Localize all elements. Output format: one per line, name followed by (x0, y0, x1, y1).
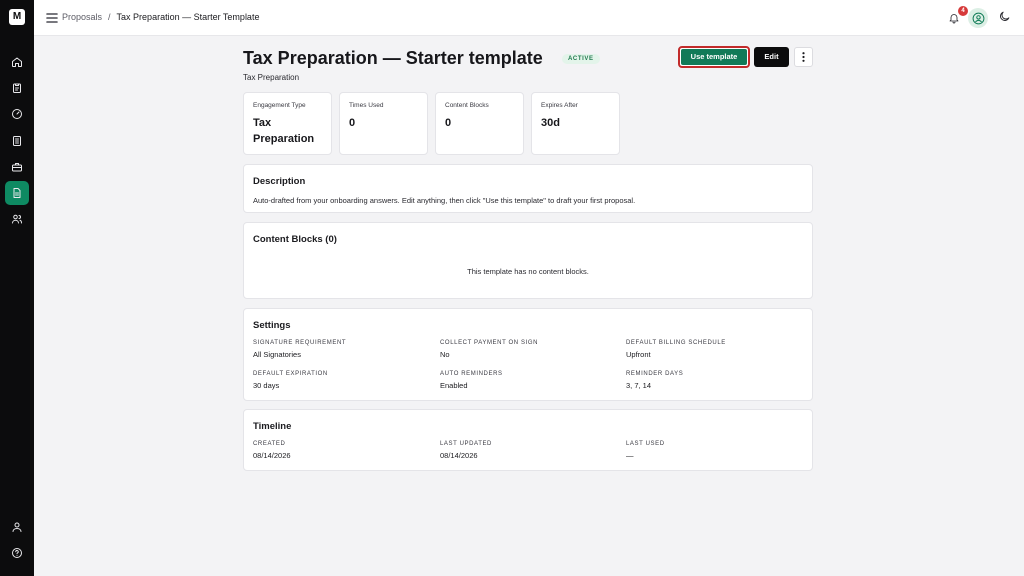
clipboard-icon[interactable] (5, 76, 29, 100)
stat-value: 0 (349, 117, 356, 129)
setting-billing-schedule: Default Billing Schedule Upfront (626, 340, 726, 359)
stat-card-expires-after: Expires After 30d (531, 92, 620, 155)
setting-value: 3, 7, 14 (626, 381, 652, 390)
settings-card: Settings Signature Requirement All Signa… (243, 308, 813, 401)
stat-card-engagement-type: Engagement Type Tax Preparation (243, 92, 332, 155)
timeline-value: 08/14/2026 (440, 451, 478, 460)
help-icon[interactable] (5, 541, 29, 565)
setting-value: No (440, 350, 450, 359)
setting-label: Auto Reminders (440, 371, 503, 377)
list-document-icon[interactable] (5, 129, 29, 153)
timeline-label: Created (253, 441, 286, 447)
stat-label: Content Blocks (445, 102, 489, 109)
description-heading: Description (253, 176, 306, 187)
stat-label: Times Used (349, 102, 384, 109)
setting-auto-reminders: Auto Reminders Enabled (440, 371, 503, 390)
setting-reminder-days: Reminder Days 3, 7, 14 (626, 371, 683, 390)
setting-label: Default Expiration (253, 371, 328, 377)
stat-label: Engagement Type (253, 102, 306, 109)
stat-card-content-blocks: Content Blocks 0 (435, 92, 524, 155)
stat-value: Tax Preparation (253, 117, 315, 145)
home-icon[interactable] (5, 50, 29, 74)
setting-signature-requirement: Signature Requirement All Signatories (253, 340, 346, 359)
timeline-value: — (626, 451, 634, 460)
use-template-button[interactable]: Use template (678, 46, 750, 68)
setting-label: Collect Payment on Sign (440, 340, 539, 346)
page-title: Tax Preparation — Starter template (243, 48, 543, 68)
stat-value: 0 (445, 117, 452, 129)
edit-button[interactable]: Edit (754, 47, 789, 67)
app-logo[interactable]: M (9, 9, 25, 25)
timeline-last-updated: Last Updated 08/14/2026 (440, 441, 492, 460)
stat-value: 30d (541, 117, 560, 129)
timeline-value: 08/14/2026 (253, 451, 291, 460)
setting-value: All Signatories (253, 350, 301, 359)
breadcrumb: Proposals / Tax Preparation — Starter Temp… (62, 12, 259, 22)
breadcrumb-proposals-link[interactable]: Proposals (62, 12, 102, 22)
timeline-card: Timeline Created 08/14/2026 Last Updated… (243, 409, 813, 471)
content-blocks-card: Content Blocks (0) This template has no … (243, 222, 813, 299)
gauge-icon[interactable] (5, 102, 29, 126)
menu-icon[interactable] (46, 11, 58, 25)
timeline-label: Last Used (626, 441, 665, 447)
setting-value: 30 days (253, 381, 280, 390)
settings-heading: Settings (253, 320, 291, 331)
timeline-created: Created 08/14/2026 (253, 441, 291, 460)
description-card: Description Auto-drafted from your onboa… (243, 164, 813, 213)
content-blocks-heading: Content Blocks (0) (253, 234, 337, 245)
more-options-button[interactable] (794, 47, 813, 67)
timeline-heading: Timeline (253, 421, 292, 432)
breadcrumb-current: Tax Preparation — Starter Template (116, 12, 260, 22)
timeline-last-used: Last Used — (626, 441, 665, 460)
setting-value: Upfront (626, 350, 651, 359)
setting-label: Default Billing Schedule (626, 340, 726, 346)
sidebar-rail: M (0, 0, 34, 576)
user-avatar[interactable] (968, 8, 988, 28)
more-vertical-icon (802, 52, 805, 62)
breadcrumb-separator: / (108, 12, 111, 22)
use-template-label: Use template (681, 49, 747, 65)
stat-card-times-used: Times Used 0 (339, 92, 428, 155)
briefcase-icon[interactable] (5, 155, 29, 179)
setting-collect-payment: Collect Payment on Sign No (440, 340, 538, 359)
setting-label: Signature Requirement (253, 340, 347, 346)
user-icon[interactable] (5, 515, 29, 539)
dark-mode-toggle-icon[interactable] (998, 10, 1014, 26)
content-blocks-empty-message: This template has no content blocks. (467, 267, 589, 276)
setting-value: Enabled (440, 381, 468, 390)
page-subtitle: Tax Preparation (243, 73, 300, 82)
description-text: Auto-drafted from your onboarding answer… (253, 196, 636, 205)
proposal-document-icon[interactable] (5, 181, 29, 205)
status-badge: ACTIVE (562, 54, 600, 64)
setting-label: Reminder Days (626, 371, 684, 377)
timeline-label: Last Updated (440, 441, 492, 447)
top-header: Proposals / Tax Preparation — Starter Temp… (34, 0, 1024, 36)
stat-label: Expires After (541, 102, 578, 109)
notification-count-badge: 4 (958, 6, 968, 16)
setting-default-expiration: Default Expiration 30 days (253, 371, 328, 390)
users-icon[interactable] (5, 207, 29, 231)
